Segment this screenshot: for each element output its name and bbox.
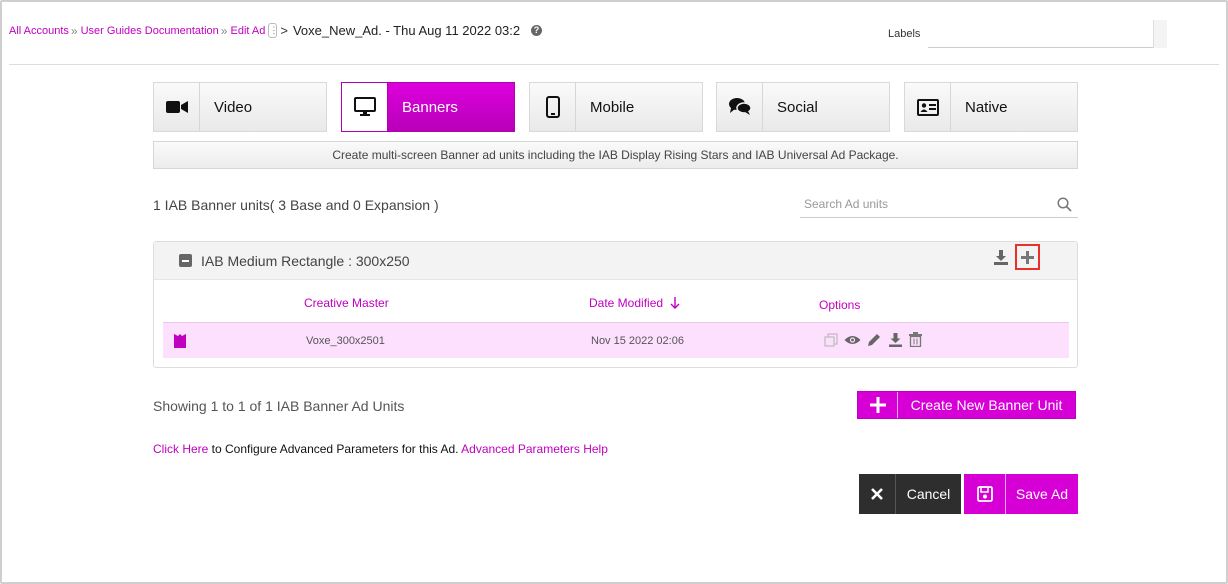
- breadcrumb-all-accounts[interactable]: All Accounts: [9, 25, 69, 37]
- more-vertical-icon[interactable]: ⋮: [268, 23, 278, 38]
- trash-icon[interactable]: [909, 332, 922, 352]
- pagination-info: Showing 1 to 1 of 1 IAB Banner Ad Units: [153, 398, 405, 414]
- help-icon[interactable]: ?: [530, 25, 542, 36]
- search-input[interactable]: [800, 193, 1040, 215]
- button-label: Create New Banner Unit: [910, 397, 1063, 413]
- monitor-icon: [342, 83, 388, 131]
- breadcrumb-separator: »: [70, 23, 78, 38]
- advanced-parameters-line: Click Here to Configure Advanced Paramet…: [153, 442, 608, 456]
- panel-title: IAB Medium Rectangle : 300x250: [201, 253, 410, 269]
- download-icon[interactable]: [993, 249, 1009, 270]
- breadcrumb: All Accounts » User Guides Documentation…: [9, 23, 542, 38]
- tab-social[interactable]: Social: [716, 82, 890, 132]
- ad-unit-panel: IAB Medium Rectangle : 300x250 Creative …: [153, 241, 1078, 368]
- ad-title: Voxe_New_Ad. - Thu Aug 11 2022 03:2: [292, 23, 521, 38]
- copy-icon[interactable]: [824, 332, 838, 352]
- tab-label: Mobile: [590, 98, 635, 116]
- button-label: Cancel: [906, 486, 951, 502]
- plus-icon: [858, 392, 898, 418]
- column-label: Date Modified: [589, 296, 664, 310]
- breadcrumb-arrow: >: [280, 23, 288, 38]
- search-icon[interactable]: [1057, 197, 1072, 217]
- video-camera-icon: [154, 83, 200, 131]
- tab-description: Create multi-screen Banner ad units incl…: [153, 141, 1078, 169]
- panel-header: IAB Medium Rectangle : 300x250: [154, 242, 1077, 280]
- save-ad-button[interactable]: Save Ad: [964, 474, 1078, 514]
- table-row[interactable]: Voxe_300x2501 Nov 15 2022 02:06: [163, 322, 1069, 358]
- labels-input[interactable]: [928, 20, 1167, 48]
- search-box: [800, 193, 1078, 218]
- column-date-modified[interactable]: Date Modified: [589, 296, 680, 310]
- chat-bubbles-icon: [717, 83, 763, 131]
- labels-label: Labels: [888, 28, 921, 40]
- advanced-help-link[interactable]: Advanced Parameters Help: [461, 442, 608, 456]
- download-icon[interactable]: [888, 332, 903, 352]
- cancel-button[interactable]: Cancel: [859, 474, 961, 514]
- click-here-link[interactable]: Click Here: [153, 442, 208, 456]
- tab-banners[interactable]: Banners: [341, 82, 515, 132]
- tab-label: Social: [777, 98, 818, 116]
- breadcrumb-edit-ad[interactable]: Edit Ad: [230, 25, 265, 37]
- mobile-phone-icon: [530, 83, 576, 131]
- row-options: [824, 332, 922, 352]
- pencil-icon[interactable]: [867, 332, 882, 352]
- add-icon[interactable]: [1015, 244, 1040, 270]
- collapse-icon[interactable]: [179, 254, 192, 267]
- eye-icon[interactable]: [844, 333, 861, 351]
- id-card-icon: [905, 83, 951, 131]
- advanced-text: to Configure Advanced Parameters for thi…: [208, 442, 462, 456]
- tab-label: Native: [965, 98, 1008, 116]
- divider: [9, 64, 1219, 65]
- tab-label: Video: [214, 98, 253, 116]
- labels-dropdown-handle[interactable]: [1153, 20, 1167, 48]
- tab-video[interactable]: Video: [153, 82, 327, 132]
- column-options: Options: [819, 298, 861, 312]
- breadcrumb-user-guides[interactable]: User Guides Documentation: [81, 25, 219, 37]
- floppy-disk-icon: [964, 474, 1006, 514]
- units-summary: 1 IAB Banner units( 3 Base and 0 Expansi…: [153, 197, 439, 213]
- banner-unit-icon: [174, 334, 186, 353]
- creative-master-cell: Voxe_300x2501: [306, 335, 385, 347]
- date-modified-cell: Nov 15 2022 02:06: [591, 335, 684, 347]
- tab-native[interactable]: Native: [904, 82, 1078, 132]
- tab-mobile[interactable]: Mobile: [529, 82, 703, 132]
- button-label: Save Ad: [1015, 486, 1069, 502]
- column-creative-master[interactable]: Creative Master: [304, 296, 389, 310]
- sort-down-icon: [670, 297, 680, 309]
- tab-label: Banners: [402, 98, 458, 116]
- close-icon: [859, 474, 896, 514]
- create-banner-unit-button[interactable]: Create New Banner Unit: [857, 391, 1076, 419]
- breadcrumb-separator: »: [220, 23, 228, 38]
